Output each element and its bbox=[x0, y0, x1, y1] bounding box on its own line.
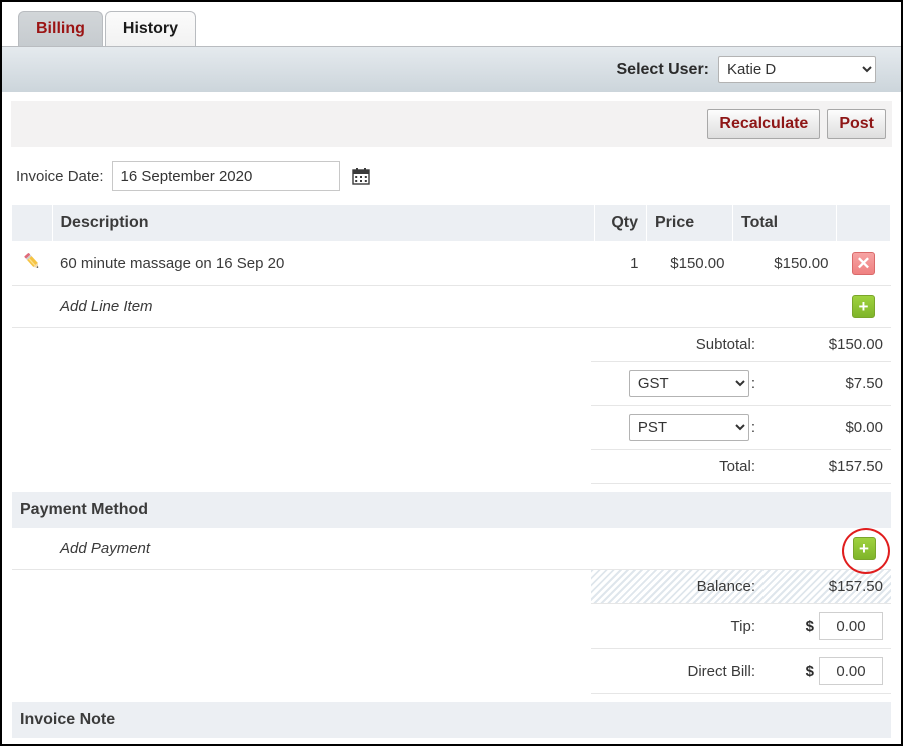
direct-bill-money-wrap: $ bbox=[806, 657, 883, 685]
add-payment-spacer bbox=[12, 528, 52, 570]
tip-money-wrap: $ bbox=[806, 612, 883, 640]
tax2-row: PST : $0.00 bbox=[591, 405, 891, 450]
delete-line-item-cell: ✕ bbox=[836, 241, 891, 286]
tab-billing-label: Billing bbox=[36, 20, 85, 37]
header-icon-col bbox=[12, 205, 53, 241]
tab-history-label: History bbox=[122, 20, 179, 37]
add-line-item-row: Add Line Item + bbox=[12, 285, 891, 328]
payment-method-header: Payment Method bbox=[12, 492, 891, 528]
add-line-item-qty-cell bbox=[594, 285, 647, 328]
tab-bar: Billing History bbox=[2, 2, 901, 46]
plus-icon: + bbox=[859, 539, 869, 558]
add-line-item-cell: + bbox=[836, 285, 891, 328]
tip-input[interactable] bbox=[819, 612, 883, 640]
tax1-label-cell: GST : bbox=[591, 361, 763, 406]
billing-page: Billing History Select User: Katie D Rec… bbox=[2, 2, 901, 744]
add-line-item-button[interactable]: + bbox=[852, 295, 875, 318]
tab-history[interactable]: History bbox=[104, 11, 197, 46]
header-description: Description bbox=[52, 205, 595, 241]
balance-table: Balance: $157.50 Tip: $ Direct Bill: $ bbox=[591, 570, 891, 694]
plus-icon: + bbox=[858, 297, 869, 316]
total-row: Total: $157.50 bbox=[591, 449, 891, 484]
select-user-dropdown[interactable]: Katie D bbox=[718, 56, 876, 83]
direct-bill-label: Direct Bill: bbox=[591, 648, 763, 694]
add-payment-row: Add Payment + bbox=[12, 527, 891, 574]
header-qty: Qty bbox=[594, 205, 647, 241]
add-line-item-total-cell bbox=[732, 285, 837, 328]
header-price: Price bbox=[646, 205, 733, 241]
post-button[interactable]: Post bbox=[827, 109, 886, 139]
invoice-date-input[interactable] bbox=[111, 161, 340, 191]
close-icon[interactable]: ✕ bbox=[852, 251, 875, 275]
add-payment-annotation: + bbox=[842, 527, 890, 574]
payment-method-table: Add Payment + bbox=[12, 527, 891, 574]
direct-bill-input[interactable] bbox=[819, 657, 883, 685]
select-user-label: Select User: bbox=[616, 60, 710, 78]
tax2-value: $0.00 bbox=[763, 405, 891, 450]
invoice-date-label: Invoice Date: bbox=[16, 167, 104, 185]
add-line-item-placeholder[interactable]: Add Line Item bbox=[52, 285, 595, 328]
totals-table: Subtotal: $150.00 GST : $7.50 PST : $0.0… bbox=[591, 328, 891, 484]
line-item-price: $150.00 bbox=[646, 241, 733, 286]
invoice-date-row: Invoice Date: bbox=[2, 147, 901, 205]
line-item-description: 60 minute massage on 16 Sep 20 bbox=[52, 241, 595, 286]
pencil-icon[interactable] bbox=[21, 250, 43, 272]
subtotal-label: Subtotal: bbox=[591, 328, 763, 362]
table-row: 60 minute massage on 16 Sep 20 1 $150.00… bbox=[12, 241, 891, 286]
tip-currency-symbol: $ bbox=[805, 617, 814, 635]
user-selection-bar: Select User: Katie D bbox=[2, 46, 901, 92]
tax1-dropdown[interactable]: GST bbox=[628, 370, 749, 397]
tax2-dropdown[interactable]: PST bbox=[628, 414, 749, 441]
line-items-table: Description Qty Price Total 60 minute ma… bbox=[12, 205, 891, 328]
header-action-col bbox=[836, 205, 891, 241]
recalculate-button[interactable]: Recalculate bbox=[707, 109, 821, 139]
add-payment-placeholder[interactable]: Add Payment bbox=[52, 528, 837, 570]
action-toolbar: Recalculate Post bbox=[11, 101, 892, 147]
tip-row: Tip: $ bbox=[591, 603, 891, 649]
line-items-header-row: Description Qty Price Total bbox=[12, 205, 891, 241]
close-icon-glyph: ✕ bbox=[856, 253, 871, 273]
tip-label: Tip: bbox=[591, 603, 763, 649]
add-payment-button[interactable]: + bbox=[852, 537, 876, 560]
total-value: $157.50 bbox=[763, 449, 891, 484]
balance-label: Balance: bbox=[591, 570, 763, 604]
tax1-colon: : bbox=[750, 375, 755, 392]
balance-row: Balance: $157.50 bbox=[591, 570, 891, 604]
tab-billing[interactable]: Billing bbox=[18, 11, 103, 46]
balance-value: $157.50 bbox=[763, 570, 891, 604]
add-line-item-price-cell bbox=[646, 285, 733, 328]
edit-line-item-cell bbox=[12, 241, 52, 286]
subtotal-row: Subtotal: $150.00 bbox=[591, 328, 891, 362]
tax2-colon: : bbox=[750, 419, 755, 436]
tax1-row: GST : $7.50 bbox=[591, 361, 891, 406]
subtotal-value: $150.00 bbox=[763, 328, 891, 362]
direct-bill-currency-symbol: $ bbox=[805, 662, 814, 680]
tax1-value: $7.50 bbox=[763, 361, 891, 406]
add-payment-cell: + bbox=[837, 527, 891, 574]
direct-bill-row: Direct Bill: $ bbox=[591, 648, 891, 694]
header-total: Total bbox=[732, 205, 837, 241]
tax2-label-cell: PST : bbox=[591, 405, 763, 450]
invoice-note-header: Invoice Note bbox=[12, 702, 891, 738]
tip-value-cell: $ bbox=[763, 603, 891, 649]
direct-bill-value-cell: $ bbox=[763, 648, 891, 694]
line-item-qty: 1 bbox=[594, 241, 647, 286]
add-line-item-spacer bbox=[12, 285, 52, 328]
calendar-icon[interactable] bbox=[351, 167, 370, 185]
total-label: Total: bbox=[591, 449, 763, 484]
line-item-total: $150.00 bbox=[732, 241, 837, 286]
